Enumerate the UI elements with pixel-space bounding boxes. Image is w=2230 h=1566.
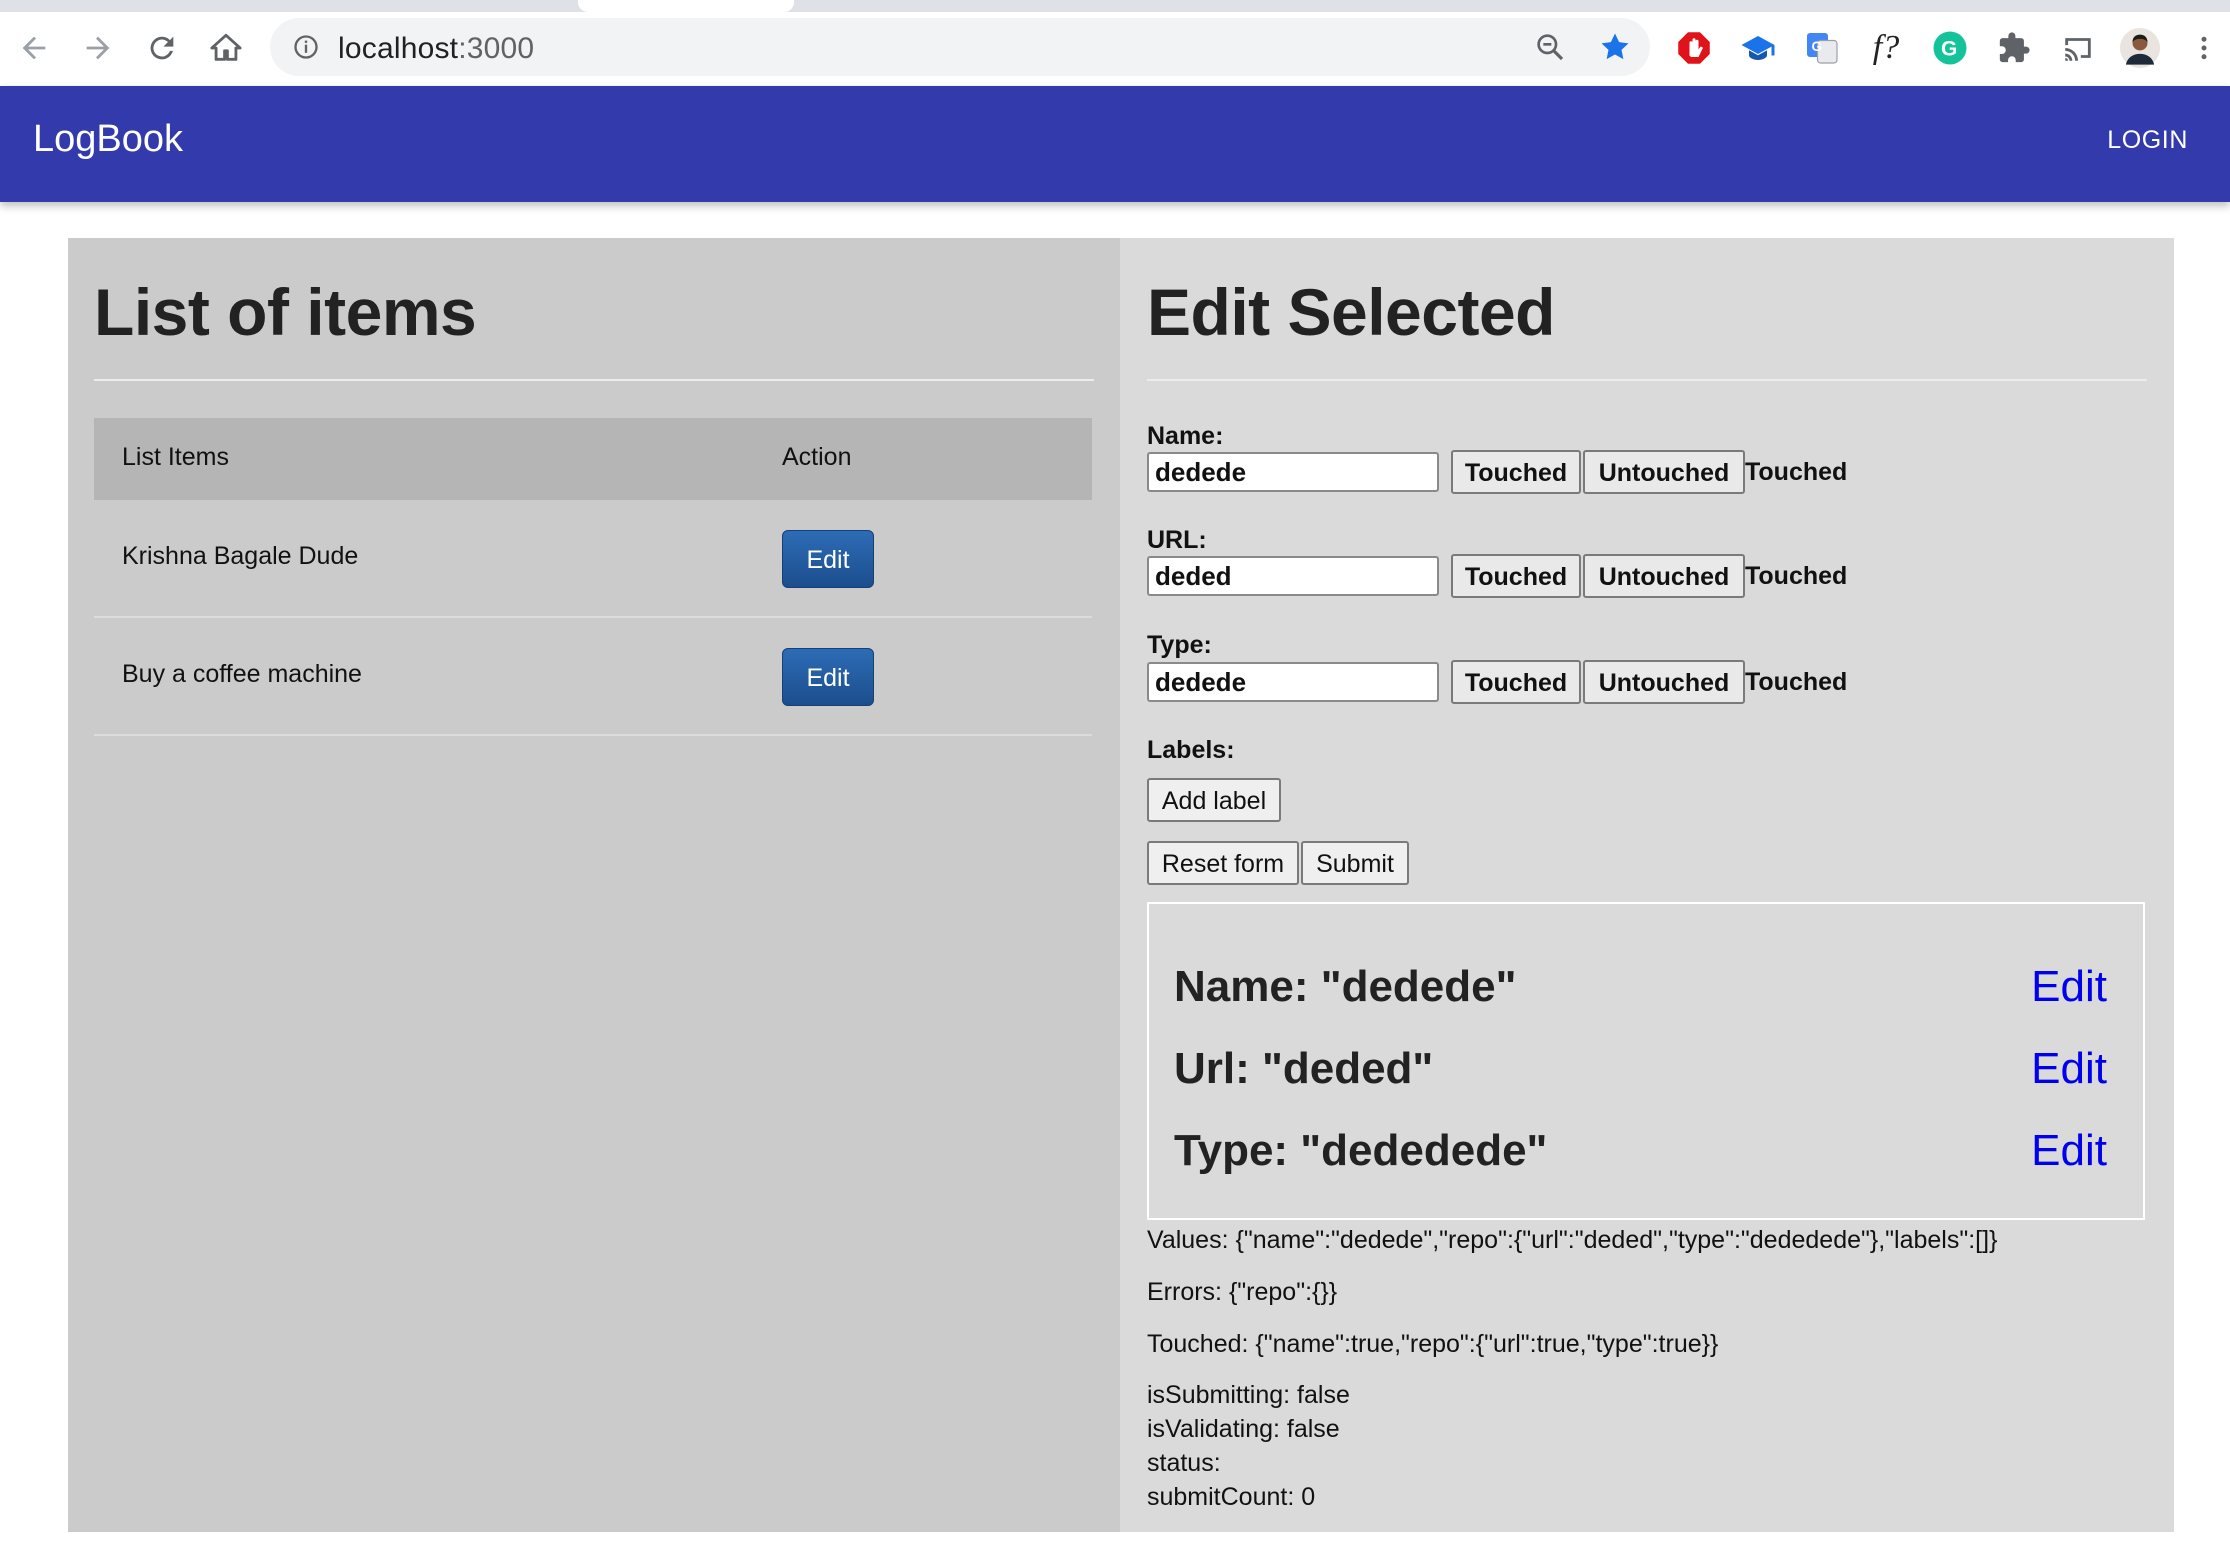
- name-untouched-button[interactable]: Untouched: [1583, 450, 1745, 494]
- item-name: Buy a coffee machine: [122, 660, 362, 688]
- summary-url: Url: "deded": [1174, 1044, 1434, 1093]
- type-field-label: Type:: [1147, 631, 1212, 659]
- debug-touched: Touched: {"name":true,"repo":{"url":true…: [1147, 1330, 1719, 1358]
- address-bar[interactable]: localhost:3000: [270, 18, 1650, 76]
- edit-item-button[interactable]: Edit: [782, 530, 874, 588]
- type-touched-status: Touched: [1745, 668, 1848, 696]
- kebab-menu-icon[interactable]: [2182, 26, 2226, 70]
- url-untouched-button[interactable]: Untouched: [1583, 554, 1745, 598]
- type-untouched-button[interactable]: Untouched: [1583, 660, 1745, 704]
- login-button[interactable]: LOGIN: [2107, 126, 2188, 155]
- url-text[interactable]: localhost:3000: [338, 32, 534, 66]
- profile-avatar[interactable]: [2118, 26, 2162, 70]
- svg-text:G: G: [1812, 39, 1823, 54]
- url-touched-status: Touched: [1745, 562, 1848, 590]
- summary-name-edit-link[interactable]: Edit: [2031, 962, 2107, 1012]
- edit-title-divider: [1147, 379, 2147, 381]
- home-icon[interactable]: [204, 26, 248, 70]
- app-bar: LogBook LOGIN: [0, 86, 2230, 202]
- column-header-action: Action: [782, 443, 852, 471]
- table-row: Krishna Bagale Dude Edit: [94, 500, 1092, 618]
- list-title-divider: [94, 379, 1094, 381]
- extensions-puzzle-icon[interactable]: [1992, 26, 2036, 70]
- table-row: Buy a coffee machine Edit: [94, 618, 1092, 736]
- reset-form-button[interactable]: Reset form: [1147, 841, 1299, 885]
- name-field-label: Name:: [1147, 422, 1224, 450]
- name-touched-status: Touched: [1745, 458, 1848, 486]
- type-input[interactable]: [1147, 662, 1439, 702]
- tab-strip: [0, 0, 2230, 12]
- url-touched-button[interactable]: Touched: [1451, 554, 1581, 598]
- url-input[interactable]: [1147, 556, 1439, 596]
- name-input[interactable]: [1147, 452, 1439, 492]
- summary-box: Name: "dedede" Edit Url: "deded" Edit Ty…: [1147, 902, 2145, 1220]
- svg-text:G: G: [1941, 38, 1957, 61]
- labels-field-label: Labels:: [1147, 736, 1235, 764]
- adblock-icon[interactable]: [1672, 26, 1716, 70]
- summary-name: Name: "dedede": [1174, 962, 1517, 1011]
- item-name: Krishna Bagale Dude: [122, 542, 359, 570]
- debug-errors: Errors: {"repo":{}}: [1147, 1278, 1338, 1306]
- debug-status-block: isSubmitting: false isValidating: false …: [1147, 1378, 1350, 1514]
- back-arrow-icon[interactable]: [12, 26, 56, 70]
- grammarly-icon[interactable]: G: [1928, 26, 1972, 70]
- translate-icon[interactable]: G: [1800, 26, 1844, 70]
- edit-panel: Edit Selected Name: Touched Untouched To…: [1120, 238, 2174, 1532]
- debug-is-validating: isValidating: false: [1147, 1415, 1340, 1443]
- table-header: List Items Action: [94, 418, 1092, 500]
- url-field-label: URL:: [1147, 526, 1207, 554]
- cast-icon[interactable]: [2056, 26, 2100, 70]
- edit-item-button[interactable]: Edit: [782, 648, 874, 706]
- column-header-list-items: List Items: [122, 443, 229, 471]
- summary-url-edit-link[interactable]: Edit: [2031, 1044, 2107, 1094]
- info-icon[interactable]: [292, 33, 320, 66]
- graduation-cap-icon[interactable]: [1736, 26, 1780, 70]
- formula-icon[interactable]: f?: [1864, 26, 1908, 70]
- summary-type-edit-link[interactable]: Edit: [2031, 1126, 2107, 1176]
- forward-arrow-icon[interactable]: [76, 26, 120, 70]
- list-title: List of items: [94, 275, 477, 349]
- debug-is-submitting: isSubmitting: false: [1147, 1381, 1350, 1409]
- reload-icon[interactable]: [140, 26, 184, 70]
- edit-title: Edit Selected: [1147, 275, 1555, 349]
- list-panel: List of items List Items Action Krishna …: [68, 238, 1120, 1532]
- bookmark-star-icon[interactable]: [1598, 30, 1632, 69]
- debug-status: status:: [1147, 1449, 1221, 1477]
- type-touched-button[interactable]: Touched: [1451, 660, 1581, 704]
- debug-values: Values: {"name":"dedede","repo":{"url":"…: [1147, 1226, 1998, 1254]
- submit-button[interactable]: Submit: [1301, 841, 1409, 885]
- name-touched-button[interactable]: Touched: [1451, 450, 1581, 494]
- add-label-button[interactable]: Add label: [1147, 778, 1281, 822]
- zoom-out-icon[interactable]: [1534, 31, 1566, 68]
- browser-chrome: localhost:3000 G f? G: [0, 0, 2230, 86]
- debug-submit-count: submitCount: 0: [1147, 1483, 1316, 1511]
- brand-title[interactable]: LogBook: [33, 118, 183, 161]
- summary-type: Type: "dededede": [1174, 1126, 1548, 1175]
- active-tab[interactable]: [578, 0, 794, 12]
